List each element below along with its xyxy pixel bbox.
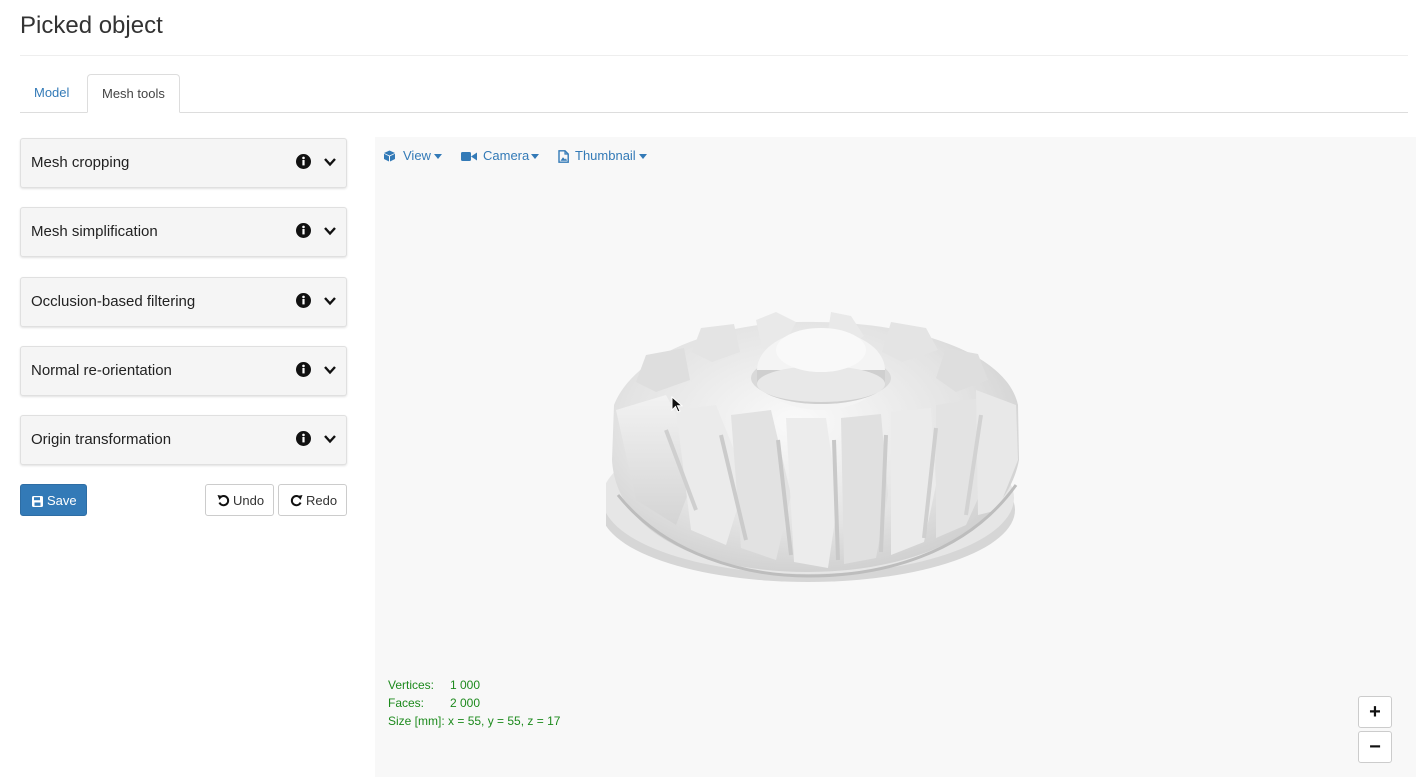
camera-menu-label: Camera xyxy=(483,148,530,163)
undo-icon xyxy=(217,494,230,510)
redo-label: Redo xyxy=(306,493,338,508)
info-circle-icon[interactable] xyxy=(296,223,311,238)
caret-down-icon xyxy=(434,154,442,159)
video-camera-icon xyxy=(461,150,477,165)
thumbnail-menu-label: Thumbnail xyxy=(575,148,636,163)
panel-label: Origin transformation xyxy=(31,431,172,448)
redo-icon xyxy=(290,494,303,510)
mouse-cursor-icon xyxy=(671,396,683,413)
panel-mesh-simplification[interactable]: Mesh simplification xyxy=(20,207,347,257)
gear-model[interactable] xyxy=(606,310,1026,595)
info-circle-icon[interactable] xyxy=(296,154,311,169)
tab-model[interactable]: Model xyxy=(20,74,83,112)
page-title: Picked object xyxy=(20,12,163,39)
chevron-down-icon[interactable] xyxy=(323,432,337,446)
info-circle-icon[interactable] xyxy=(296,293,311,308)
caret-down-icon xyxy=(531,154,539,159)
cube-icon xyxy=(383,150,396,165)
panel-normal-reorientation[interactable]: Normal re-orientation xyxy=(20,346,347,396)
panel-label: Normal re-orientation xyxy=(31,362,172,379)
mesh-viewer[interactable]: View Camera Thumbnail Vertices: 1 000 Fa… xyxy=(375,137,1416,777)
panel-occlusion-filtering[interactable]: Occlusion-based filtering xyxy=(20,277,347,327)
vertices-stat: Vertices: 1 000 xyxy=(388,678,481,692)
zoom-out-button[interactable]: − xyxy=(1358,731,1392,763)
panel-origin-transformation[interactable]: Origin transformation xyxy=(20,415,347,465)
panel-label: Mesh simplification xyxy=(31,223,158,240)
chevron-down-icon[interactable] xyxy=(323,294,337,308)
mesh-stats: Vertices: 1 000 Faces: 2 000 Size [mm]: x … xyxy=(388,676,560,730)
panel-label: Occlusion-based filtering xyxy=(31,293,196,310)
floppy-disk-icon xyxy=(32,495,43,510)
view-menu-label: View xyxy=(403,148,431,163)
chevron-down-icon[interactable] xyxy=(323,224,337,238)
tab-bar: Model Mesh tools xyxy=(20,74,1408,113)
faces-stat: Faces: 2 000 xyxy=(388,696,481,710)
caret-down-icon xyxy=(639,154,647,159)
chevron-down-icon[interactable] xyxy=(323,155,337,169)
info-circle-icon[interactable] xyxy=(296,431,311,446)
undo-button[interactable]: Undo xyxy=(205,484,274,516)
tab-mesh-tools[interactable]: Mesh tools xyxy=(87,74,180,113)
chevron-down-icon[interactable] xyxy=(323,363,337,377)
panel-mesh-cropping[interactable]: Mesh cropping xyxy=(20,138,347,188)
save-button[interactable]: Save xyxy=(20,484,87,516)
size-stat: Size [mm]: x = 55, y = 55, z = 17 xyxy=(388,714,561,728)
redo-button[interactable]: Redo xyxy=(278,484,347,516)
title-divider xyxy=(20,55,1408,56)
info-circle-icon[interactable] xyxy=(296,362,311,377)
undo-label: Undo xyxy=(233,493,265,508)
panel-label: Mesh cropping xyxy=(31,154,130,171)
save-label: Save xyxy=(47,493,77,508)
zoom-in-button[interactable]: + xyxy=(1358,696,1392,728)
image-file-icon xyxy=(558,150,569,166)
